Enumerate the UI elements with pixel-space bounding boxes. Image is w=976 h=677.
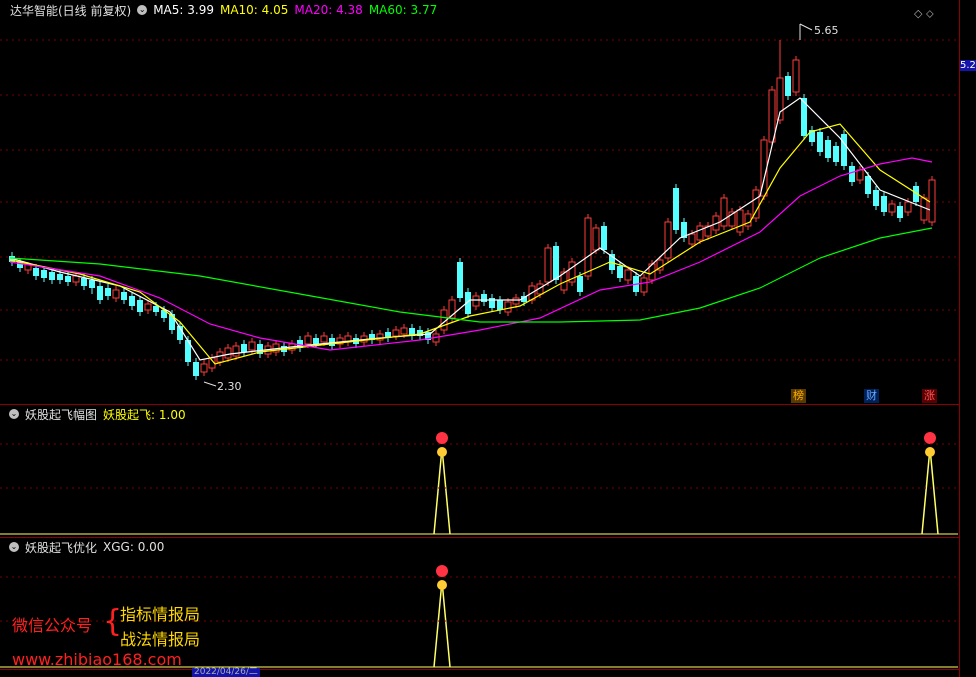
candle-body [320, 335, 328, 343]
candle-body [97, 286, 103, 300]
candle-body [928, 179, 936, 223]
candle-body [72, 275, 80, 283]
high-pointer [799, 23, 813, 31]
candle-body [472, 295, 480, 307]
promo-url[interactable]: www.zhibiao168.com [12, 650, 182, 669]
candle-body [153, 306, 159, 312]
right-price-label: 5.2 [960, 60, 976, 71]
candle-body [849, 166, 855, 182]
candle-body [144, 303, 152, 311]
candle-body [313, 338, 319, 344]
candle-body [664, 221, 672, 259]
candle-body [241, 344, 247, 352]
candle-body [200, 363, 208, 373]
main-chart-panel[interactable]: 达华智能(日线 前复权) ⌄ MA5: 3.99 MA10: 4.05 MA20… [0, 0, 976, 404]
candle-body [904, 201, 912, 213]
candle-body [41, 270, 47, 278]
candle-body [504, 301, 512, 313]
candle-body [193, 362, 199, 376]
candle-body [601, 226, 607, 250]
indicator-1-chart [0, 432, 958, 535]
indicator-1-spike-coin [925, 447, 935, 457]
candle-body [65, 276, 71, 282]
indicator-panel-1[interactable]: ⌄ 妖股起飞幅图 妖股起飞: 1.00 [0, 404, 960, 537]
candle-body [584, 217, 592, 277]
candle-body [696, 225, 704, 241]
candle-body [888, 203, 896, 213]
candle-body [232, 345, 240, 357]
date-axis-selected: 2022/04/26/二 [192, 667, 260, 677]
candle-body [785, 76, 791, 96]
candle-body [392, 329, 400, 337]
low-pointer [203, 381, 217, 387]
candle-body [688, 233, 696, 245]
candle-body [137, 300, 143, 312]
candle-body [577, 276, 583, 292]
ma10-line [9, 123, 931, 365]
indicator-1-spike-coin [437, 447, 447, 457]
candle-body [105, 288, 111, 296]
candle-body [33, 268, 39, 276]
candle-body [817, 132, 823, 152]
promo-line-1: 指标情报局 [120, 605, 201, 624]
tag-bang[interactable]: 榜 [791, 389, 806, 403]
candle-body [825, 140, 831, 158]
candle-body [592, 227, 600, 251]
candle-body [673, 188, 679, 230]
candle-body [881, 196, 887, 212]
candle-body [617, 266, 623, 278]
candle-body [865, 176, 871, 194]
candle-body [553, 246, 559, 280]
right-border [959, 0, 960, 677]
candle-body [89, 280, 95, 288]
high-price-label: 5.65 [814, 24, 839, 37]
candle-body [833, 146, 839, 162]
candle-body [792, 59, 800, 93]
candle-body [224, 347, 232, 359]
tag-cai[interactable]: 财 [864, 389, 879, 403]
candle-body [624, 269, 632, 281]
candle-body [481, 294, 487, 302]
low-price-label: 2.30 [217, 380, 242, 393]
indicator-1-spike [921, 447, 939, 535]
candle-body [841, 134, 847, 166]
candle-body [304, 335, 312, 345]
candle-body [897, 206, 903, 218]
candlestick-chart[interactable] [0, 0, 960, 404]
indicator-2-spike-coin [437, 580, 447, 590]
indicator-2-spike [433, 580, 451, 668]
candle-body [512, 297, 520, 305]
candle-body [112, 289, 120, 299]
candle-body [248, 341, 256, 351]
candle-body [856, 169, 864, 181]
date-axis: 2022/04/26/二 [0, 667, 960, 677]
candle-body [873, 190, 879, 206]
candle-body [121, 292, 127, 300]
candle-body [736, 209, 744, 233]
tag-zhang[interactable]: 涨 [922, 389, 937, 403]
candle-body [49, 272, 55, 280]
candle-body [640, 277, 648, 293]
candle-body [81, 278, 87, 286]
indicator-1-spike-badge [436, 432, 448, 444]
candle-body [57, 274, 63, 280]
candle-body [720, 197, 728, 227]
promo-line-2: 战法情报局 [120, 630, 201, 649]
candle-body [497, 300, 503, 310]
candle-body [457, 262, 463, 298]
indicator-1-spike-badge [924, 432, 936, 444]
candle-body [129, 296, 135, 306]
candle-body [400, 327, 408, 335]
candle-body [544, 247, 552, 283]
indicator-1-spike [433, 447, 451, 535]
indicator-2-spike-badge [436, 565, 448, 577]
wechat-label: 微信公众号 [12, 616, 93, 635]
